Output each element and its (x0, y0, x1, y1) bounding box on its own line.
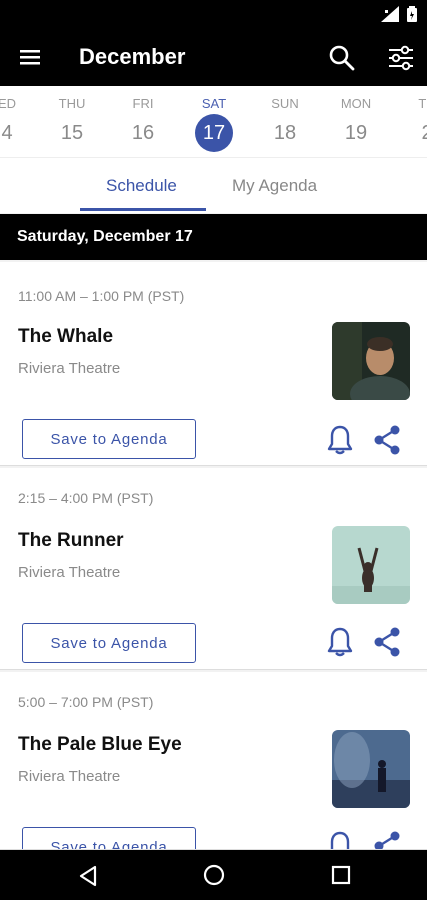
bell-icon[interactable] (326, 424, 354, 456)
system-nav-bar (0, 850, 427, 900)
tab-schedule[interactable]: Schedule (106, 176, 177, 196)
day-of-week: SAT (201, 96, 227, 111)
tab-bar: Schedule My Agenda (0, 158, 427, 213)
day-number: 18 (273, 122, 297, 144)
event-card[interactable]: 5:00 – 7:00 PM (PST) The Pale Blue Eye R… (0, 672, 427, 850)
recent-apps-icon[interactable] (330, 864, 352, 886)
date-item[interactable]: ED 4 (0, 86, 37, 152)
signal-icon (381, 6, 399, 22)
app-bar: December (0, 30, 427, 86)
share-icon[interactable] (372, 830, 402, 849)
event-title: The Runner (18, 530, 124, 551)
day-of-week: THU (58, 96, 86, 111)
event-venue: Riviera Theatre (18, 564, 121, 581)
day-number: 19 (344, 122, 368, 144)
event-venue: Riviera Theatre (18, 768, 121, 785)
event-card[interactable]: 11:00 AM – 1:00 PM (PST) The Whale Rivie… (0, 262, 427, 466)
save-to-agenda-button[interactable]: Save to Agenda (22, 419, 196, 459)
status-icons (381, 6, 417, 22)
event-title: The Whale (18, 326, 114, 347)
page-title: December (79, 44, 186, 69)
share-icon[interactable] (372, 626, 402, 658)
share-icon[interactable] (372, 424, 402, 456)
day-header: Saturday, December 17 (0, 214, 427, 260)
day-number: 16 (131, 122, 155, 144)
event-time: 2:15 – 4:00 PM (PST) (18, 490, 154, 506)
day-of-week: SUN (271, 96, 299, 111)
event-time: 11:00 AM – 1:00 PM (PST) (18, 288, 185, 304)
tab-indicator (80, 208, 206, 211)
date-item[interactable]: SUN 18 (255, 86, 315, 152)
day-of-week: MON (340, 96, 372, 111)
menu-icon[interactable] (18, 45, 44, 71)
event-thumbnail[interactable] (332, 730, 410, 808)
day-of-week: ED (0, 96, 17, 111)
date-item[interactable]: THU 15 (42, 86, 102, 152)
back-icon[interactable] (76, 864, 100, 888)
event-card[interactable]: 2:15 – 4:00 PM (PST) The Runner Riviera … (0, 468, 427, 670)
day-of-week: TU (418, 96, 427, 111)
save-to-agenda-button[interactable]: Save to Agenda (22, 623, 196, 663)
bell-icon[interactable] (326, 830, 354, 849)
home-icon[interactable] (202, 863, 226, 887)
bell-icon[interactable] (326, 626, 354, 658)
event-thumbnail[interactable] (332, 526, 410, 604)
date-item[interactable]: TU 2 (397, 86, 427, 152)
event-title: The Pale Blue Eye (18, 734, 182, 755)
day-number: 4 (1, 122, 13, 144)
day-number: 17 (195, 114, 233, 152)
day-of-week: FRI (132, 96, 154, 111)
event-venue: Riviera Theatre (18, 360, 121, 377)
day-number: 15 (60, 122, 84, 144)
date-item[interactable]: MON 19 (326, 86, 386, 152)
date-strip: ED 4 THU 15 FRI 16 SAT 17 SUN 18 MON 19 … (0, 86, 427, 158)
search-icon[interactable] (328, 44, 356, 72)
tab-my-agenda[interactable]: My Agenda (232, 176, 317, 196)
event-time: 5:00 – 7:00 PM (PST) (18, 694, 154, 710)
date-item-selected[interactable]: SAT 17 (184, 86, 244, 152)
event-thumbnail[interactable] (332, 322, 410, 400)
battery-icon (407, 6, 417, 22)
date-item[interactable]: FRI 16 (113, 86, 173, 152)
day-number: 2 (408, 114, 427, 152)
filter-icon[interactable] (386, 43, 416, 73)
status-bar (0, 0, 427, 30)
save-to-agenda-button[interactable]: Save to Agenda (22, 827, 196, 849)
